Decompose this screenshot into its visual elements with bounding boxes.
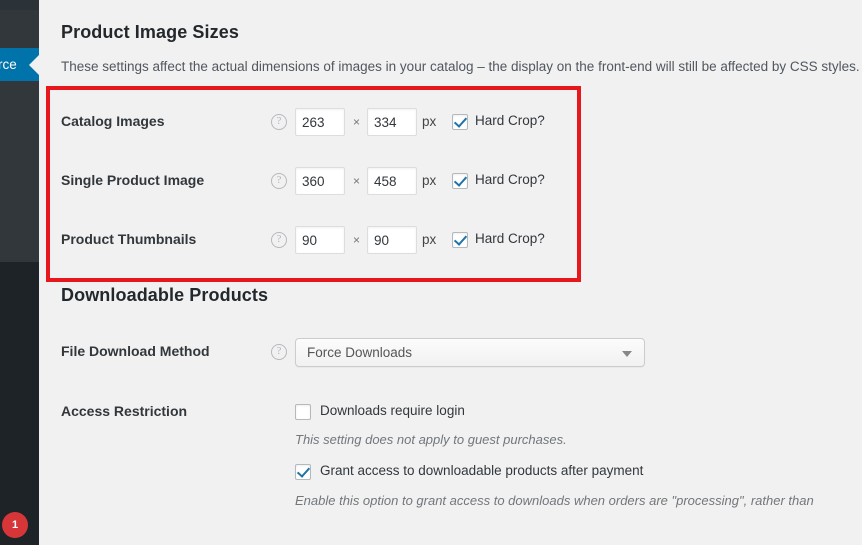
unit-label: px — [422, 232, 437, 247]
dimension-separator: × — [353, 174, 361, 188]
grant-access-after-payment-label: Grant access to downloadable products af… — [320, 463, 644, 478]
section-title-downloadable-products: Downloadable Products — [61, 285, 269, 305]
dimension-separator: × — [353, 115, 361, 129]
notification-badge: 1 — [2, 512, 28, 538]
setting-label: Product Thumbnails — [61, 231, 197, 247]
hard-crop-label: Hard Crop? — [475, 172, 545, 187]
sidebar-item-woocommerce[interactable]: rce — [0, 48, 39, 81]
admin-sidebar: rce 1 — [0, 0, 39, 545]
screen: rce 1 Product Image Sizes These settings… — [0, 0, 862, 545]
downloads-require-login-label: Downloads require login — [320, 403, 465, 418]
unit-label: px — [422, 114, 437, 129]
section-title-product-image-sizes: Product Image Sizes — [61, 22, 239, 42]
product-thumbnail-height-input[interactable] — [367, 226, 417, 254]
product-thumbnails-hard-crop-checkbox[interactable] — [452, 232, 468, 248]
hard-crop-label: Hard Crop? — [475, 113, 545, 128]
section-description-product-image-sizes: These settings affect the actual dimensi… — [61, 59, 862, 74]
product-thumbnail-width-input[interactable] — [295, 226, 345, 254]
setting-label: Single Product Image — [61, 172, 205, 188]
sidebar-item-label: rce — [0, 57, 17, 72]
help-icon[interactable]: ? — [271, 232, 287, 248]
admin-bar-strip — [0, 0, 39, 10]
help-icon[interactable]: ? — [271, 173, 287, 189]
setting-label: File Download Method — [61, 343, 210, 359]
grant-access-after-payment-checkbox[interactable] — [295, 464, 311, 480]
grant-access-after-payment-description: Enable this option to grant access to do… — [295, 493, 814, 508]
setting-row-single-product-image: Single Product Image ? × px Hard Crop? — [39, 167, 862, 197]
select-selected-value: Force Downloads — [307, 345, 413, 360]
chevron-right-icon — [29, 54, 39, 76]
hard-crop-label: Hard Crop? — [475, 231, 545, 246]
catalog-images-hard-crop-checkbox[interactable] — [452, 114, 468, 130]
setting-row-product-thumbnails: Product Thumbnails ? × px Hard Crop? — [39, 226, 862, 256]
setting-row-catalog-images: Catalog Images ? × px Hard Crop? — [39, 108, 862, 138]
unit-label: px — [422, 173, 437, 188]
help-icon[interactable]: ? — [271, 114, 287, 130]
single-product-image-height-input[interactable] — [367, 167, 417, 195]
single-product-image-hard-crop-checkbox[interactable] — [452, 173, 468, 189]
settings-content: Product Image Sizes These settings affec… — [39, 0, 862, 545]
help-icon[interactable]: ? — [271, 344, 287, 360]
chevron-down-icon — [622, 351, 632, 357]
setting-row-file-download-method: File Download Method ? Force Downloads — [39, 337, 862, 367]
setting-label: Catalog Images — [61, 113, 165, 129]
catalog-image-width-input[interactable] — [295, 108, 345, 136]
downloads-require-login-description: This setting does not apply to guest pur… — [295, 432, 567, 447]
setting-label: Access Restriction — [61, 403, 188, 419]
downloads-require-login-checkbox[interactable] — [295, 404, 311, 420]
single-product-image-width-input[interactable] — [295, 167, 345, 195]
dimension-separator: × — [353, 233, 361, 247]
file-download-method-select[interactable]: Force Downloads — [295, 338, 645, 367]
admin-sidebar-lower — [0, 262, 39, 545]
catalog-image-height-input[interactable] — [367, 108, 417, 136]
